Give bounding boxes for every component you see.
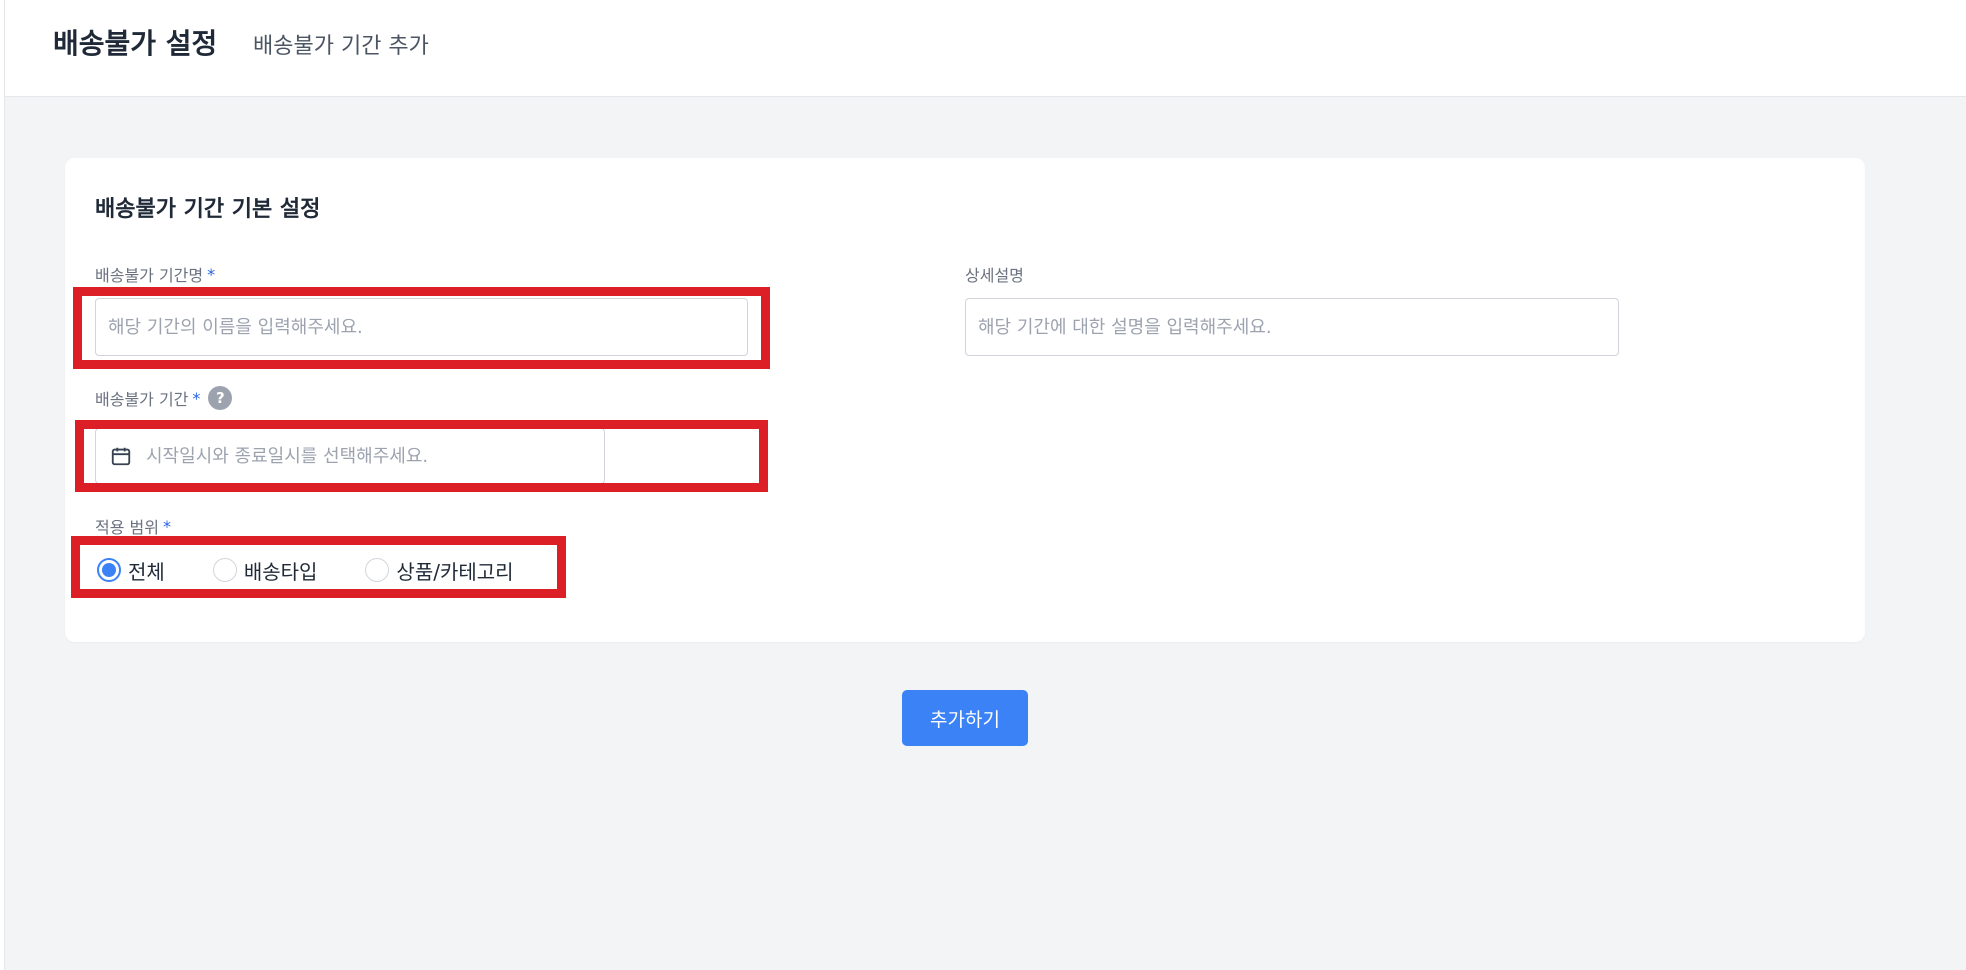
description-label-text: 상세설명 — [965, 266, 1024, 285]
scope-radio-delivery-type[interactable]: 배송타입 — [212, 556, 318, 585]
radio-delivery-type-label: 배송타입 — [243, 559, 318, 584]
basic-settings-card: 배송불가 기간 기본 설정 배송불가 기간명 * 상세설명 배송불가 기간 * … — [65, 158, 1865, 642]
radio-product-category-circle[interactable] — [365, 558, 390, 582]
scope-radio-group: 전체 배송타입 상품/카테고리 — [95, 552, 514, 588]
description-input[interactable] — [965, 298, 1619, 356]
radio-all-label: 전체 — [128, 559, 165, 584]
add-button[interactable]: 추가하기 — [902, 690, 1028, 746]
radio-product-category-label: 상품/카테고리 — [396, 559, 514, 584]
period-name-input[interactable] — [95, 298, 748, 356]
scope-radio-all[interactable]: 전체 — [97, 556, 165, 585]
period-date-range-picker[interactable] — [95, 428, 605, 484]
period-label-text: 배송불가 기간 — [95, 390, 189, 409]
section-title: 배송불가 기간 기본 설정 — [95, 197, 321, 222]
radio-delivery-type-circle[interactable] — [212, 558, 237, 582]
period-label: 배송불가 기간 * ? — [95, 386, 233, 410]
required-mark: * — [162, 516, 171, 536]
period-name-label-text: 배송불가 기간명 — [95, 266, 204, 285]
period-date-input[interactable] — [144, 444, 588, 468]
required-mark: * — [192, 388, 201, 408]
scope-radio-product-category[interactable]: 상품/카테고리 — [365, 556, 514, 585]
radio-all-circle[interactable] — [97, 558, 121, 582]
calendar-icon — [111, 447, 131, 466]
left-edge — [0, 0, 5, 970]
scope-label-text: 적용 범위 — [95, 518, 159, 537]
top-header: 배송불가 설정 배송불가 기간 추가 — [5, 0, 1966, 97]
scope-label: 적용 범위 * — [95, 514, 171, 538]
required-mark: * — [207, 264, 216, 284]
description-label: 상세설명 — [965, 262, 1024, 286]
question-circle-icon[interactable]: ? — [208, 386, 233, 410]
page-title: 배송불가 설정 — [53, 27, 218, 60]
page-subtitle: 배송불가 기간 추가 — [253, 34, 429, 59]
period-name-label: 배송불가 기간명 * — [95, 262, 215, 286]
